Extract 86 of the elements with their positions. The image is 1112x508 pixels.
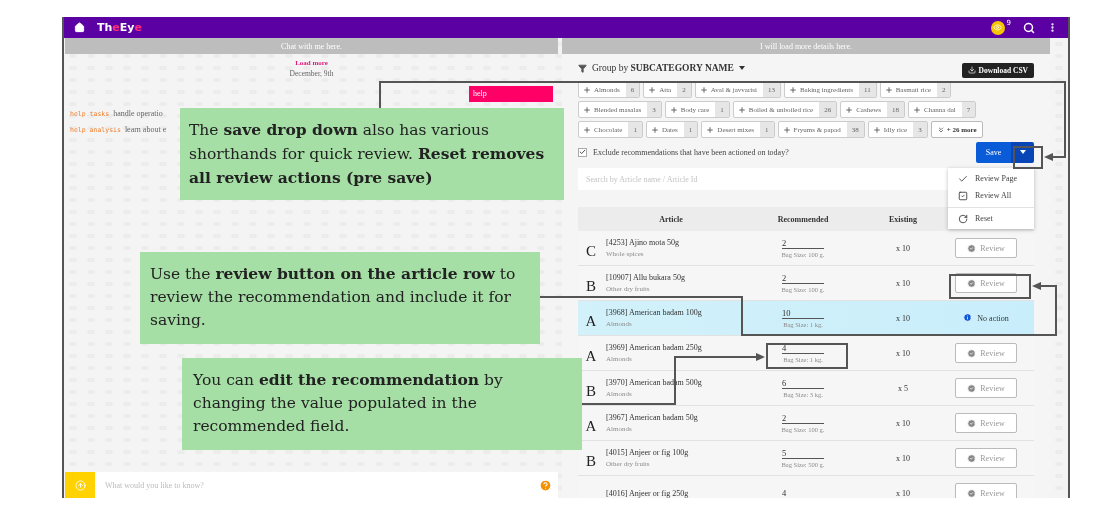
caret-icon (1019, 150, 1026, 154)
article-name: [4253] Ajino mota 50g (606, 238, 681, 247)
column-header: Article (658, 214, 684, 224)
reset-icon (958, 213, 968, 224)
existing-quantity: x 10 (895, 243, 911, 253)
check-circle-icon (967, 348, 977, 358)
article-name: [4016] Anjeer or fig 250g (606, 488, 690, 498)
save-button[interactable]: Save (976, 141, 1011, 163)
grade-letter: B (585, 381, 597, 400)
check-circle-icon (967, 243, 977, 253)
recommended-field[interactable]: 2 (782, 238, 824, 249)
recommended-field[interactable]: 2 (782, 273, 824, 284)
grade-letter: B (585, 451, 597, 470)
callout: Use the review button on the article row to review the recommendation and include it for saving. (140, 252, 540, 344)
menu-item[interactable]: Review All (948, 187, 1034, 204)
plus-icon (648, 85, 657, 94)
plus-icon (699, 85, 708, 94)
existing-quantity: x 10 (895, 348, 911, 358)
caret-icon[interactable] (738, 66, 745, 70)
plus-icon (788, 85, 797, 94)
plus-icon (669, 105, 678, 114)
existing-quantity: x 5 (897, 383, 909, 393)
plus-icon (782, 125, 791, 134)
article-name: [3968] American badam 100g (606, 308, 703, 317)
recommended-field[interactable]: 2 (782, 413, 824, 424)
callout: The save drop down also has various shorthands for quick review. Reset removes all review actions (pre save) (180, 108, 564, 200)
info-icon (963, 313, 973, 322)
column-header: Recommended (776, 214, 830, 224)
plus-icon (737, 105, 746, 114)
home-icon[interactable] (74, 22, 85, 33)
download-icon (967, 66, 976, 74)
exclude-checkbox[interactable] (578, 147, 587, 157)
callout: You can edit the recommendation by changing the value populated in the recommended field. (182, 358, 582, 450)
eye-coin-icon[interactable] (990, 20, 1005, 35)
help-description: handle operatio (113, 109, 163, 118)
recommended-field[interactable]: 4 (782, 487, 824, 498)
plus-icon (872, 125, 881, 134)
eye-icon (993, 23, 1003, 32)
plus-icon (706, 125, 715, 134)
recommended-field[interactable]: 4 (782, 343, 824, 354)
article-name: [3969] American badam 250g (606, 343, 703, 352)
grade-letter: B (585, 276, 597, 295)
plus-icon (650, 125, 659, 134)
recommended-field[interactable]: 6 (782, 378, 824, 389)
chevrons-down-icon (936, 125, 945, 134)
plus-icon (845, 105, 854, 114)
grade-letter: A (584, 346, 598, 365)
message-bubble: help (469, 86, 553, 102)
existing-quantity: x 10 (895, 313, 911, 323)
article-name: [3967] American badam 50g (606, 413, 699, 422)
check-circle-icon (967, 488, 977, 498)
plus-icon (583, 125, 591, 134)
article-name: [10907] Allu bukara 50g (606, 273, 686, 282)
grade-letter: A (584, 311, 598, 330)
plus-icon (884, 85, 893, 94)
check-icon (958, 173, 968, 184)
article-name: [4015] Anjeer or fig 100g (606, 448, 690, 457)
check-circle-icon (967, 278, 977, 288)
check-circle-icon (967, 453, 977, 463)
checkbox-icon (958, 190, 968, 201)
recommended-field[interactable]: 5 (782, 448, 824, 459)
filter-icon (578, 63, 587, 73)
check-circle-icon (967, 418, 977, 428)
help-description: learn about e (124, 125, 167, 134)
menu-item[interactable]: Reset (948, 210, 1034, 227)
search-icon[interactable] (1023, 21, 1035, 34)
menu-item[interactable]: Review Page (948, 170, 1034, 187)
existing-quantity: x 10 (895, 278, 911, 288)
arrow-up-icon (74, 479, 86, 491)
plus-icon (583, 85, 591, 94)
check-circle-icon (967, 383, 977, 393)
plus-icon (583, 105, 591, 114)
existing-quantity: x 10 (895, 453, 911, 463)
app-logo[interactable]: TheEye (97, 21, 142, 34)
recommended-field[interactable]: 10 (782, 308, 824, 319)
grade-letter: A (584, 416, 598, 435)
check-icon (579, 148, 586, 156)
plus-icon (913, 105, 922, 114)
column-header: Existing (888, 214, 918, 224)
highlight-frame (1013, 146, 1043, 169)
existing-quantity: x 10 (895, 488, 911, 498)
group-by-selector[interactable]: Group by SUBCATEGORY NAME (592, 63, 734, 73)
no-action-status: No action (963, 313, 1009, 323)
existing-quantity: x 10 (895, 418, 911, 428)
grade-letter: C (585, 241, 597, 260)
exclude-label: Exclude recommendations that have been actioned on today? (593, 147, 789, 157)
